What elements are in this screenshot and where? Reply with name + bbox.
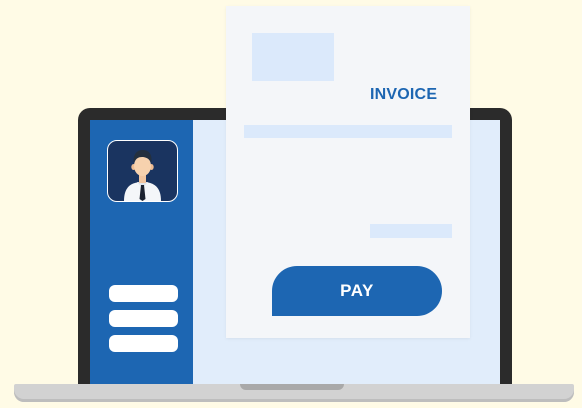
amount-line-placeholder — [370, 224, 452, 238]
menu-bar — [109, 310, 178, 327]
trackpad-notch — [240, 384, 344, 390]
avatar-person-icon — [124, 150, 161, 201]
text-line-placeholder — [244, 125, 452, 138]
menu-bar — [109, 285, 178, 302]
pay-button[interactable]: PAY — [272, 266, 442, 316]
menu-bar — [109, 335, 178, 352]
pay-button-label: PAY — [340, 281, 374, 300]
user-avatar-icon — [107, 140, 178, 202]
invoice-title: INVOICE — [370, 86, 438, 103]
logo-placeholder — [252, 33, 334, 81]
